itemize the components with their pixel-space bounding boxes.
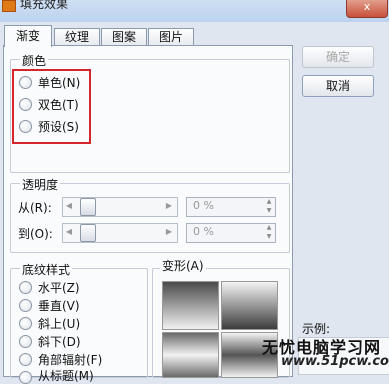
ok-button[interactable]: 确定 [302, 46, 374, 68]
transparency-from-input[interactable]: 0 % ▲ ▼ [186, 197, 276, 217]
transparency-from-value: 0 % [193, 199, 214, 212]
colors-group-legend: 颜色 [20, 52, 49, 69]
radio-one-color[interactable] [19, 76, 32, 89]
radio-from-title-label: 从标题(M) [38, 369, 94, 383]
radio-two-colors[interactable] [19, 98, 32, 111]
transparency-from-label: 从(R): [18, 201, 52, 215]
slider-left-arrow-icon[interactable]: ◀ [64, 198, 74, 214]
variant-swatch-2[interactable] [221, 281, 278, 330]
close-button[interactable]: x [346, 0, 388, 18]
spin-down-icon[interactable]: ▼ [264, 233, 274, 241]
slider-right-arrow-icon[interactable]: ▶ [164, 198, 174, 214]
radio-diagonal-down-label: 斜下(D) [38, 335, 81, 349]
variant-swatch-3[interactable] [162, 332, 219, 378]
radio-from-corner[interactable] [19, 353, 32, 366]
transparency-to-value: 0 % [193, 225, 214, 238]
app-icon [2, 0, 16, 12]
variant-swatch-1[interactable] [162, 281, 219, 330]
radio-diagonal-down[interactable] [19, 335, 32, 348]
variants-legend: 变形(A) [160, 257, 206, 274]
radio-diagonal-up[interactable] [19, 317, 32, 330]
slider-right-arrow-icon[interactable]: ▶ [164, 224, 174, 240]
tab-gradient[interactable]: 渐变 [4, 25, 52, 47]
spin-down-icon[interactable]: ▼ [264, 207, 274, 215]
radio-preset-label: 预设(S) [38, 120, 79, 134]
radio-one-color-label: 单色(N) [38, 76, 81, 90]
cancel-button[interactable]: 取消 [302, 75, 374, 97]
tab-texture[interactable]: 纹理 [54, 28, 100, 46]
transparency-group-legend: 透明度 [20, 176, 61, 193]
radio-vertical[interactable] [19, 299, 32, 312]
tab-picture[interactable]: 图片 [148, 28, 194, 46]
radio-from-corner-label: 角部辐射(F) [38, 353, 103, 367]
radio-diagonal-up-label: 斜上(U) [38, 317, 81, 331]
spin-up-icon[interactable]: ▲ [264, 224, 274, 232]
radio-vertical-label: 垂直(V) [38, 299, 80, 313]
radio-horizontal[interactable] [19, 281, 32, 294]
shading-styles-legend: 底纹样式 [20, 261, 73, 278]
watermark-url: www.51pcw.com [281, 354, 389, 369]
window-title: 填充效果 [20, 0, 69, 11]
slider-thumb[interactable] [80, 198, 96, 216]
transparency-to-input[interactable]: 0 % ▲ ▼ [186, 223, 276, 243]
transparency-to-slider[interactable]: ◀ ▶ [62, 223, 178, 243]
spin-up-icon[interactable]: ▲ [264, 198, 274, 206]
slider-thumb[interactable] [80, 224, 96, 242]
radio-horizontal-label: 水平(Z) [38, 281, 80, 295]
radio-preset[interactable] [19, 120, 32, 133]
transparency-from-slider[interactable]: ◀ ▶ [62, 197, 178, 217]
slider-left-arrow-icon[interactable]: ◀ [64, 224, 74, 240]
radio-two-colors-label: 双色(T) [38, 98, 79, 112]
transparency-to-label: 到(O): [18, 227, 53, 241]
tab-pattern[interactable]: 图案 [101, 28, 147, 46]
